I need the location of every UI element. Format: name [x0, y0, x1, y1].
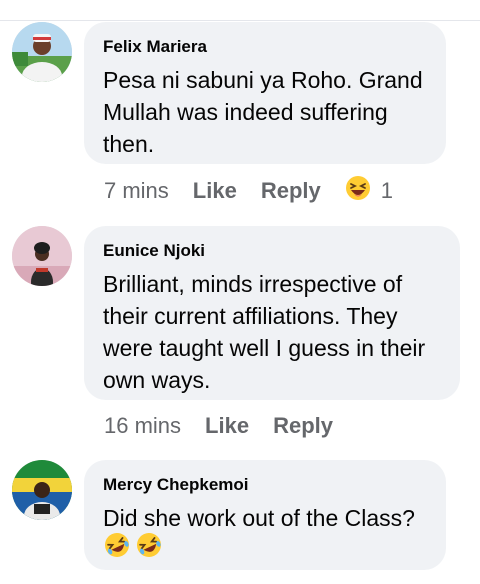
comment-bubble: Eunice Njoki Brilliant, minds irrespecti…: [84, 226, 460, 400]
comment-line: Pesa ni sabuni ya Roho. Grand: [103, 67, 423, 93]
comment-line: their current affiliations. They: [103, 303, 398, 329]
rolling-laughing-emoji-icon: [103, 531, 131, 567]
like-button[interactable]: Like: [205, 413, 249, 439]
comment-timestamp[interactable]: 7 mins: [104, 178, 169, 204]
comment-actions: 16 mins Like Reply: [104, 411, 357, 441]
comment-author[interactable]: Mercy Chepkemoi: [103, 475, 426, 495]
comment-line: were taught well I guess in their: [103, 335, 426, 361]
reply-button[interactable]: Reply: [273, 413, 333, 439]
reaction-count[interactable]: 1: [381, 178, 393, 204]
comment-bubble: Felix Mariera Pesa ni sabuni ya Roho. Gr…: [84, 22, 446, 164]
comment-actions: 7 mins Like Reply 1: [104, 176, 393, 206]
comment-line: Did she work out of the Class?: [103, 505, 415, 531]
comment-author[interactable]: Eunice Njoki: [103, 241, 440, 261]
comment-line: then.: [103, 131, 155, 157]
reply-button[interactable]: Reply: [261, 178, 321, 204]
emoji-row: [103, 531, 426, 567]
comment-text: Brilliant, minds irrespective of their c…: [103, 268, 440, 396]
comment-author[interactable]: Felix Mariera: [103, 37, 426, 57]
comment-line: Brilliant, minds irrespective of: [103, 271, 403, 297]
comment-line: Mullah was indeed suffering: [103, 99, 388, 125]
avatar[interactable]: [12, 226, 72, 286]
top-divider: [0, 20, 480, 21]
laughing-squint-emoji-icon[interactable]: [345, 175, 371, 207]
comment-timestamp[interactable]: 16 mins: [104, 413, 181, 439]
comment-line: own ways.: [103, 367, 211, 393]
rolling-laughing-emoji-icon: [135, 531, 163, 567]
comment-text: Did she work out of the Class?: [103, 502, 426, 564]
avatar[interactable]: [12, 22, 72, 82]
comment-bubble: Mercy Chepkemoi Did she work out of the …: [84, 460, 446, 570]
like-button[interactable]: Like: [193, 178, 237, 204]
avatar[interactable]: [12, 460, 72, 520]
comment-text: Pesa ni sabuni ya Roho. Grand Mullah was…: [103, 64, 426, 160]
